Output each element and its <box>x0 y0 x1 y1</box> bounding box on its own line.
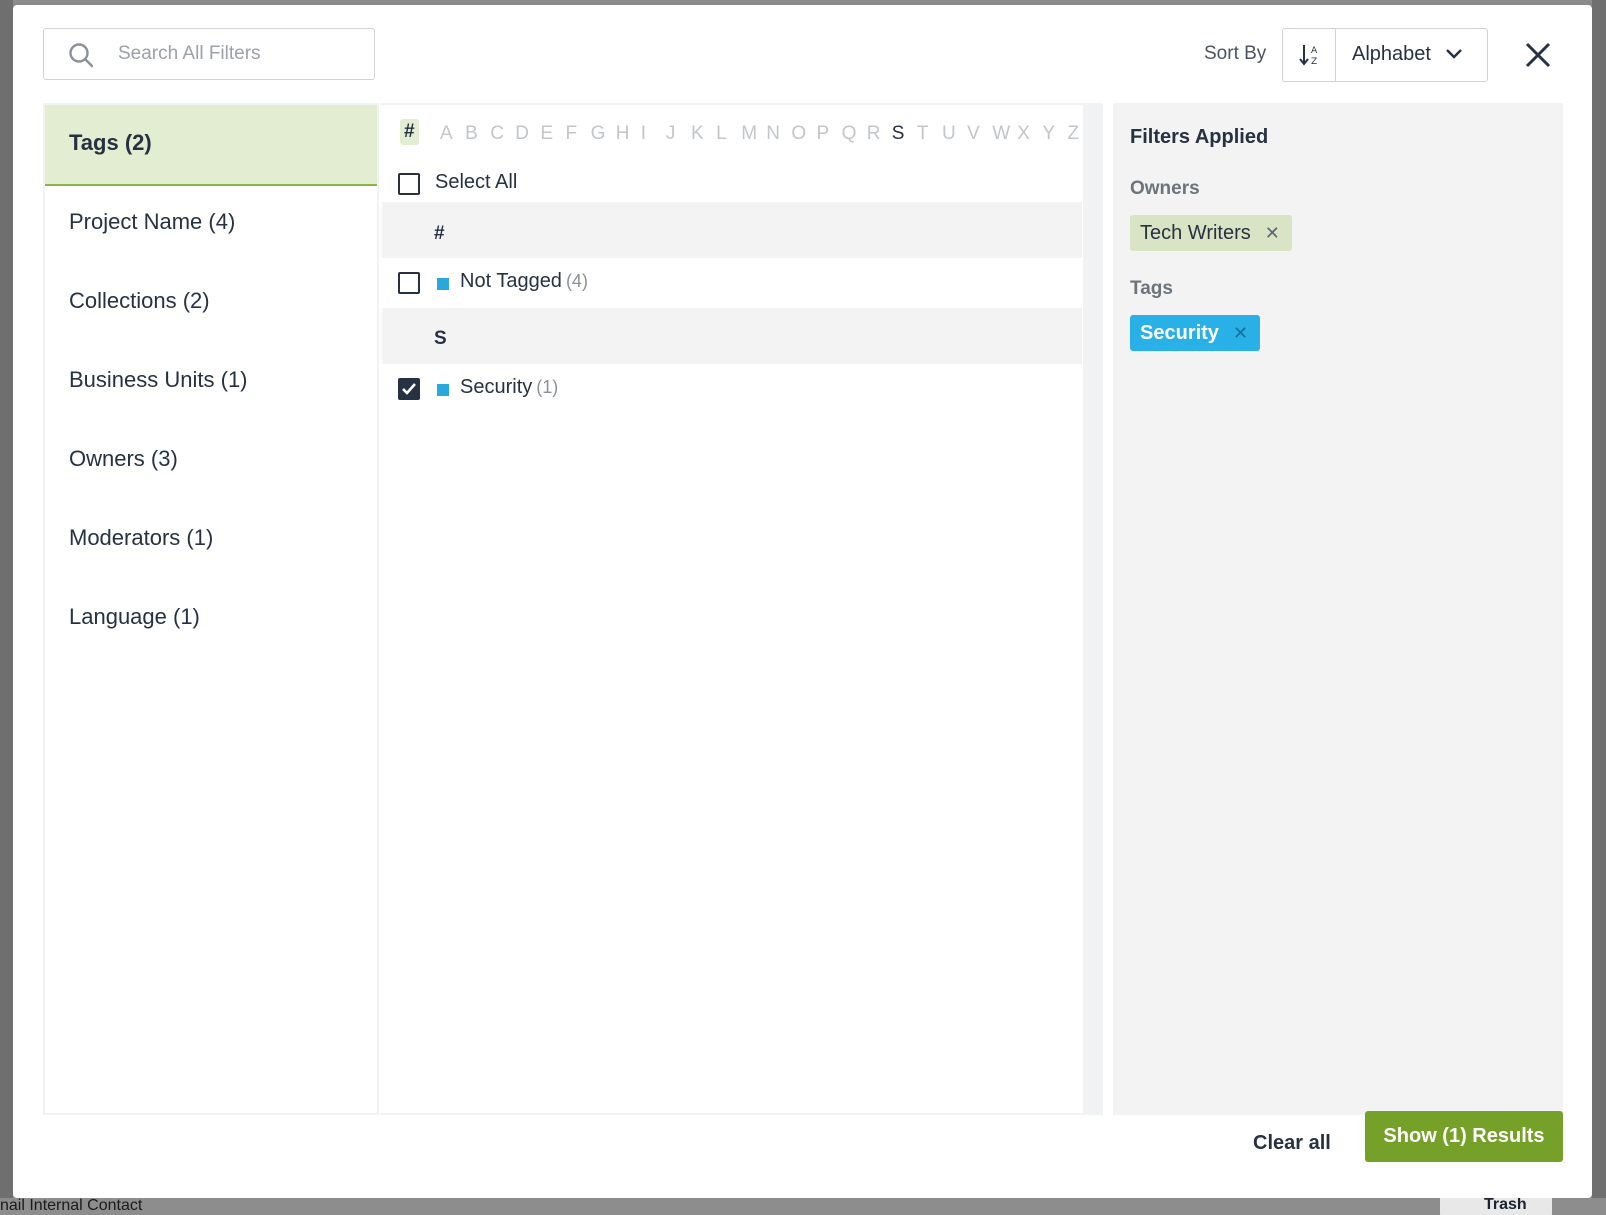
category-label: Owners (3) <box>69 446 178 471</box>
category-collections[interactable]: Collections (2) <box>45 263 377 344</box>
background-right-edge <box>1592 0 1606 1215</box>
sort-select[interactable]: Alphabet <box>1337 29 1487 81</box>
sort-direction-button[interactable]: A Z <box>1283 29 1336 81</box>
alphabet-letter-n: N <box>766 123 781 144</box>
alphabet-letter-w: W <box>992 123 1011 144</box>
search-icon <box>69 43 94 68</box>
tag-row-not-tagged[interactable]: Not Tagged (4) <box>382 258 1082 308</box>
alphabet-letter-u: U <box>942 123 956 144</box>
sort-by-label: Sort By <box>1204 43 1267 64</box>
tag-name: Security (1) <box>460 376 559 398</box>
svg-text:Z: Z <box>1311 57 1317 67</box>
alphabet-letter-q: Q <box>841 123 857 144</box>
filters-applied-panel: Filters Applied Owners Tech Writers ✕ Tag… <box>1113 103 1563 1115</box>
alphabet-letter-z: Z <box>1067 123 1080 144</box>
background-left-edge <box>0 0 13 1215</box>
tag-name: Not Tagged (4) <box>460 270 588 292</box>
sort-control: A Z Alphabet <box>1282 28 1488 82</box>
alphabet-letter-o: O <box>791 123 807 144</box>
alphabet-letter-c: C <box>490 123 504 144</box>
alphabet-letter-x: X <box>1017 123 1030 144</box>
applied-owners-label: Owners <box>1130 178 1200 199</box>
chevron-down-icon <box>1446 49 1462 59</box>
filters-applied-title: Filters Applied <box>1130 126 1269 148</box>
sort-selected-value: Alphabet <box>1352 43 1431 65</box>
sort-alpha-icon: A Z <box>1299 45 1318 67</box>
select-all-checkbox[interactable] <box>398 173 420 195</box>
background-trash-button: Trash <box>1440 1196 1552 1215</box>
category-moderators[interactable]: Moderators (1) <box>45 500 377 581</box>
tag-checkbox-checked[interactable] <box>398 378 420 400</box>
filter-search-input[interactable]: Search All Filters <box>43 28 375 80</box>
alphabet-letter-d: D <box>515 123 530 144</box>
category-owners[interactable]: Owners (3) <box>45 421 377 502</box>
group-header-hash: # <box>382 202 1082 258</box>
list-scrollbar[interactable] <box>1083 103 1103 1115</box>
alphabet-letter-v: V <box>967 123 980 144</box>
category-business-units[interactable]: Business Units (1) <box>45 342 377 423</box>
tag-color-swatch <box>437 384 449 396</box>
tag-row-security[interactable]: Security (1) <box>382 364 1082 414</box>
alphabet-letter-h: H <box>615 123 630 144</box>
chip-label: Tech Writers <box>1140 222 1251 244</box>
category-tags[interactable]: Tags (2) <box>45 105 377 186</box>
group-header-s: S <box>382 308 1082 364</box>
group-header-label: # <box>434 223 445 244</box>
remove-chip-icon[interactable]: ✕ <box>1265 223 1280 243</box>
alphabet-letter-i: I <box>640 123 647 144</box>
category-label: Collections (2) <box>69 288 210 313</box>
select-all-row[interactable]: Select All <box>398 169 698 199</box>
alphabet-letter-l: L <box>716 123 727 144</box>
alphabet-letter-r: R <box>866 123 881 144</box>
group-header-label: S <box>434 328 447 349</box>
alphabet-letter-a: A <box>440 123 453 144</box>
tag-values-panel: # A B C D E F G H I J K L M N O P Q R S T U V W X Y Z Select All #… <box>380 103 1103 1115</box>
category-label: Tags (2) <box>69 130 152 155</box>
category-label: Project Name (4) <box>69 209 236 234</box>
alphabet-letter-k: K <box>691 123 704 144</box>
tag-count: (4) <box>565 271 588 291</box>
alphabet-letter-s[interactable]: S <box>892 123 905 145</box>
alphabet-letter-t: T <box>916 123 929 144</box>
tag-color-swatch <box>437 278 449 290</box>
alphabet-letter-m: M <box>741 123 758 144</box>
remove-chip-icon[interactable]: ✕ <box>1233 323 1248 343</box>
applied-tags-label: Tags <box>1130 278 1173 299</box>
checkmark-icon <box>402 383 416 395</box>
category-label: Business Units (1) <box>69 367 248 392</box>
alphabet-letter-b: B <box>465 123 478 144</box>
applied-chip-owner: Tech Writers ✕ <box>1130 215 1292 251</box>
close-icon[interactable] <box>1523 40 1553 70</box>
show-results-button[interactable]: Show (1) Results <box>1365 1111 1563 1162</box>
alphabet-letter-p: P <box>816 123 830 144</box>
background-contact-text: nail Internal Contact <box>0 1197 143 1214</box>
svg-text:A: A <box>1311 46 1318 56</box>
select-all-label: Select All <box>435 171 518 193</box>
search-placeholder: Search All Filters <box>118 43 261 64</box>
background-bottom-bar: nail Internal Contact Trash <box>0 1196 1606 1215</box>
filters-modal: Search All Filters Sort By A Z Alphabet … <box>13 5 1592 1198</box>
alphabet-letter-e: E <box>540 123 554 144</box>
clear-all-button[interactable]: Clear all <box>1253 1132 1331 1155</box>
applied-chip-tag: Security ✕ <box>1130 315 1261 351</box>
alphabet-letter-j: J <box>665 123 676 144</box>
filter-categories: Tags (2) Project Name (4) Collections (2… <box>43 103 379 1115</box>
category-label: Language (1) <box>69 604 200 629</box>
alphabet-letter-g: G <box>590 123 606 144</box>
alphabet-letter-y: Y <box>1042 123 1056 144</box>
tag-checkbox[interactable] <box>398 272 420 294</box>
tag-count: (1) <box>536 377 559 397</box>
alphabet-letter-f: F <box>565 123 578 144</box>
category-language[interactable]: Language (1) <box>45 579 377 660</box>
alphabet-letter-hash[interactable]: # <box>400 119 419 145</box>
chip-label: Security <box>1140 322 1219 344</box>
category-label: Moderators (1) <box>69 525 214 550</box>
category-project-name[interactable]: Project Name (4) <box>45 184 377 265</box>
alphabet-jump-bar: # A B C D E F G H I J K L M N O P Q R S T U V W X Y Z <box>400 119 1090 151</box>
